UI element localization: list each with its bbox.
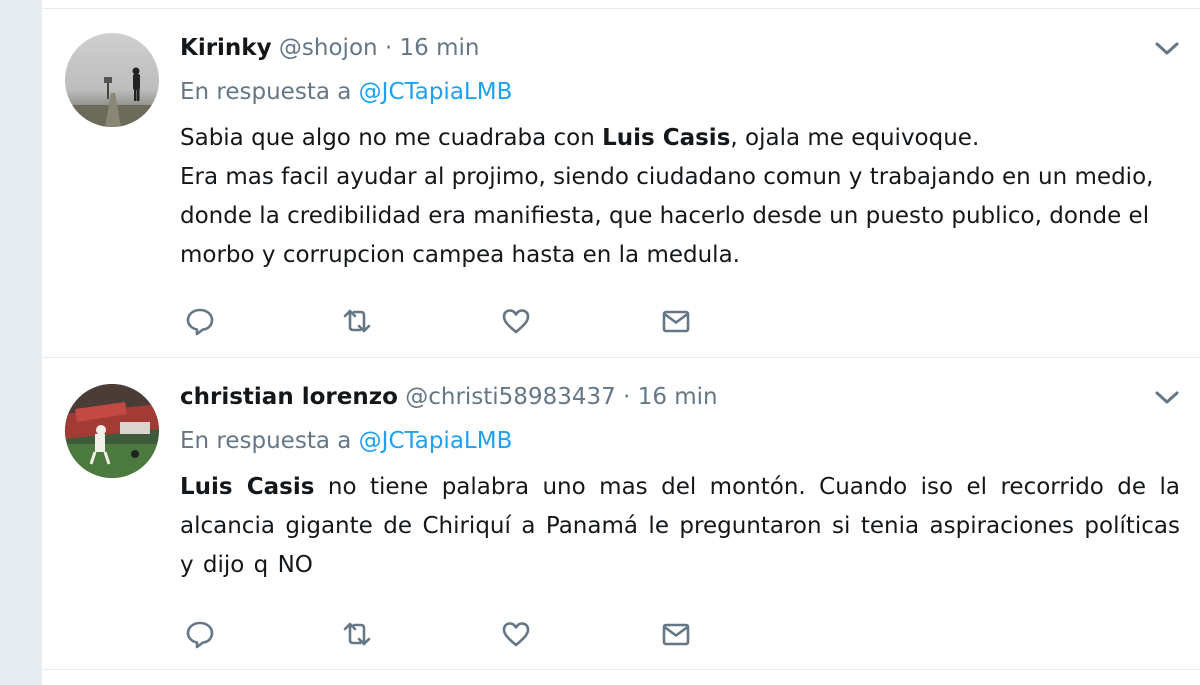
- reply-prefix: En respuesta a: [180, 79, 359, 105]
- retweet-icon[interactable]: [341, 618, 377, 654]
- bold-text: Luis Casis: [180, 474, 315, 500]
- divider: [42, 0, 1200, 9]
- retweet-icon[interactable]: [341, 305, 377, 341]
- reply-context: En respuesta a @JCTapiaLMB: [180, 77, 1180, 107]
- timestamp[interactable]: 16 min: [400, 35, 480, 61]
- reply-context: En respuesta a @JCTapiaLMB: [180, 426, 1180, 456]
- mention-link[interactable]: @JCTapiaLMB: [359, 428, 513, 454]
- fullname[interactable]: Kirinky: [180, 35, 272, 61]
- direct-message-icon[interactable]: [660, 305, 696, 341]
- mention-link[interactable]: @JCTapiaLMB: [359, 79, 513, 105]
- tweet[interactable]: christian lorenzo @christi58983437 · 16 …: [42, 358, 1200, 670]
- tweet-header: Kirinky @shojon · 16 min: [180, 33, 1180, 63]
- direct-message-icon[interactable]: [660, 618, 696, 654]
- tweet-content: Kirinky @shojon · 16 min En respuesta a …: [180, 33, 1180, 275]
- avatar-image: [65, 33, 159, 127]
- username[interactable]: @christi58983437: [405, 384, 616, 410]
- bold-text: Luis Casis: [602, 125, 731, 151]
- separator: ·: [377, 35, 400, 61]
- tweet-content: christian lorenzo @christi58983437 · 16 …: [180, 382, 1180, 585]
- like-icon[interactable]: [500, 305, 536, 341]
- like-icon[interactable]: [500, 618, 536, 654]
- reply-icon[interactable]: [184, 618, 220, 654]
- fullname[interactable]: christian lorenzo: [180, 384, 398, 410]
- text-segment: Era mas facil ayudar al projimo, siendo …: [180, 164, 1154, 268]
- text-segment: no tiene palabra uno mas del montón. Cua…: [180, 474, 1180, 578]
- tweet-text: Luis Casis no tiene palabra uno mas del …: [180, 468, 1180, 585]
- username[interactable]: @shojon: [279, 35, 378, 61]
- avatar-image: [65, 384, 159, 478]
- timestamp[interactable]: 16 min: [638, 384, 718, 410]
- reply-icon[interactable]: [184, 305, 220, 341]
- separator: ·: [615, 384, 638, 410]
- reply-prefix: En respuesta a: [180, 428, 359, 454]
- tweet-text: Sabia que algo no me cuadraba con Luis C…: [180, 119, 1180, 275]
- text-segment: , ojala me equivoque.: [730, 125, 980, 151]
- tweet[interactable]: Kirinky @shojon · 16 min En respuesta a …: [42, 9, 1200, 358]
- chevron-down-icon[interactable]: [1154, 39, 1180, 59]
- avatar[interactable]: [65, 384, 159, 478]
- avatar[interactable]: [65, 33, 159, 127]
- tweet-header: christian lorenzo @christi58983437 · 16 …: [180, 382, 1180, 412]
- chevron-down-icon[interactable]: [1154, 388, 1180, 408]
- text-segment: Sabia que algo no me cuadraba con: [180, 125, 603, 151]
